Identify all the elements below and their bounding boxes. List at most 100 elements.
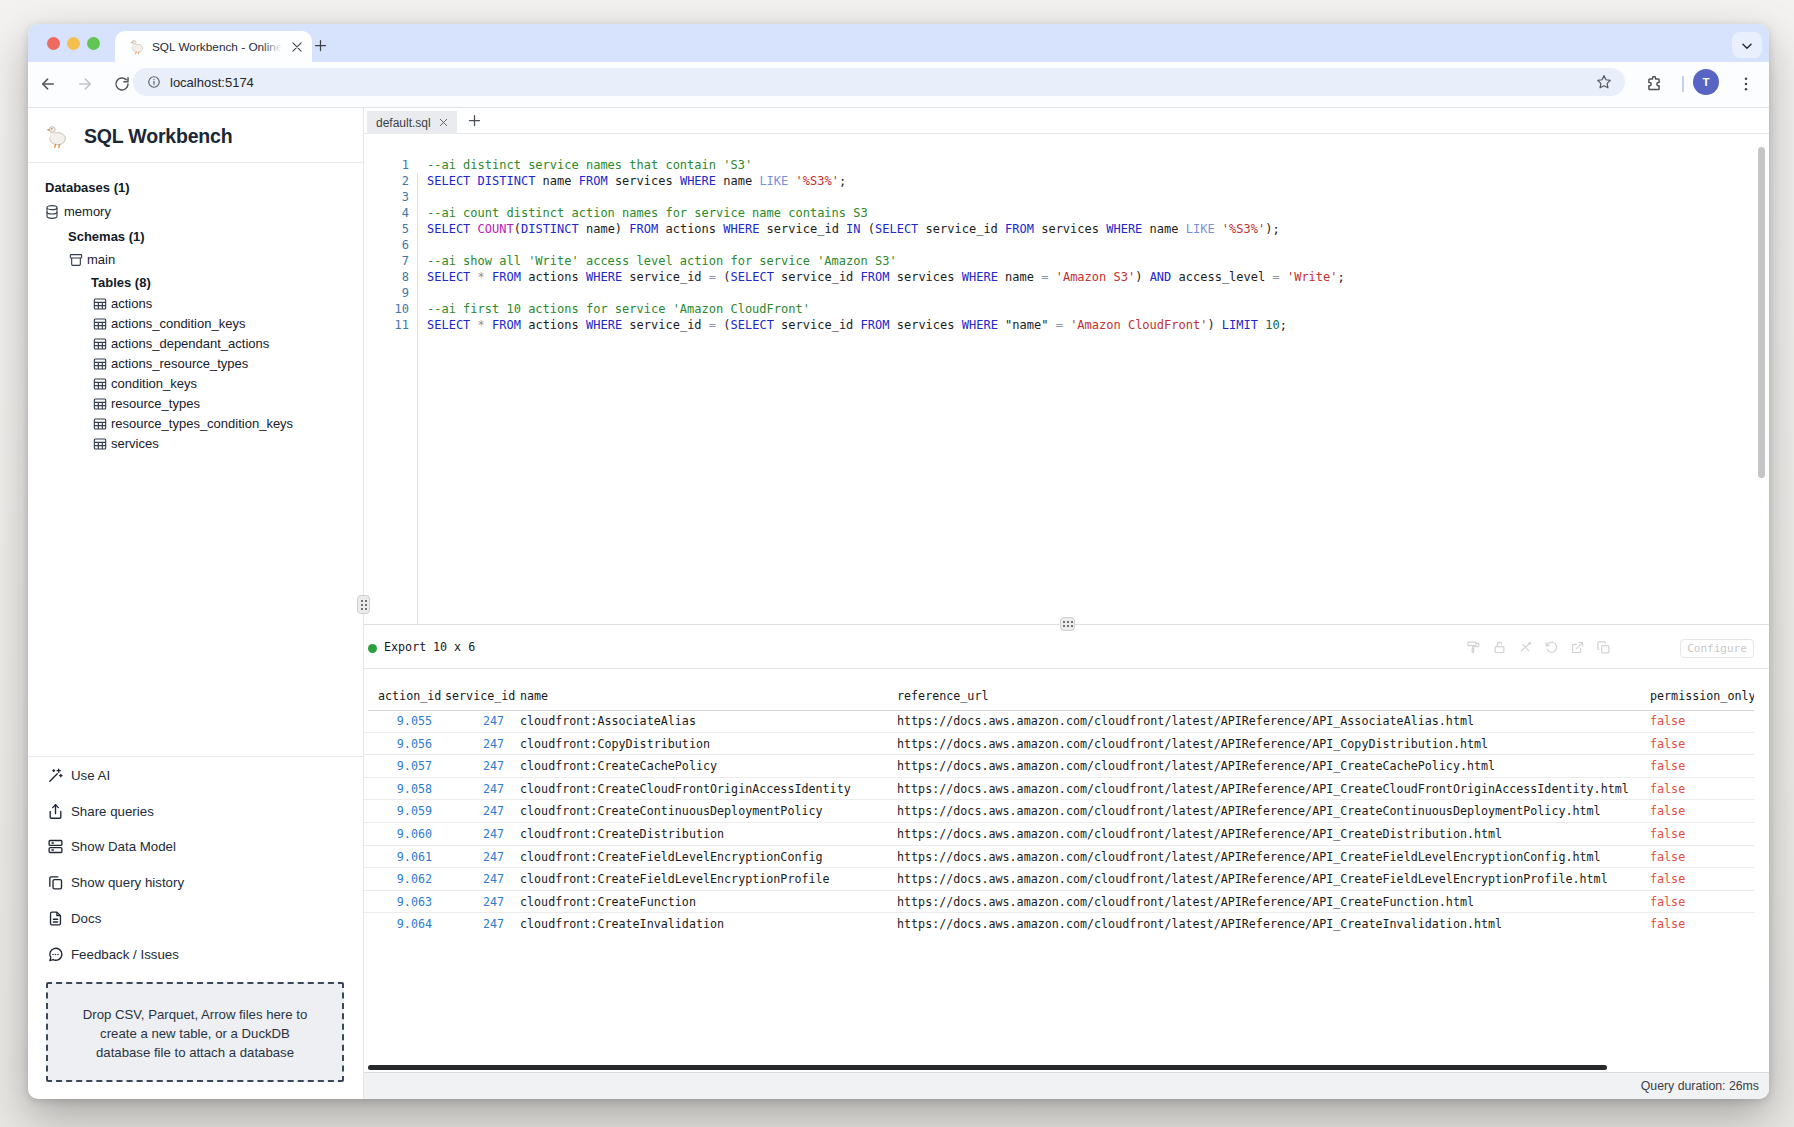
- cell-reference-url: https://docs.aws.amazon.com/cloudfront/l…: [897, 710, 1474, 733]
- schemas-label[interactable]: Schemas (1): [68, 229, 145, 244]
- sidebar-table-resource_types_condition_keys[interactable]: resource_types_condition_keys: [111, 416, 293, 431]
- share-icon: [47, 803, 64, 820]
- table-row[interactable]: 9.056247cloudfront:CopyDistributionhttps…: [364, 733, 1754, 756]
- panel-resize-handle[interactable]: [1060, 617, 1075, 631]
- editor-tab-close-icon[interactable]: [438, 117, 449, 128]
- results-horizontal-scrollbar[interactable]: [368, 1065, 1607, 1070]
- column-header-reference_url[interactable]: reference_url: [897, 689, 988, 703]
- column-header-action_id[interactable]: action_id: [378, 689, 441, 703]
- dropzone-line: Drop CSV, Parquet, Arrow files here to: [48, 1005, 342, 1024]
- cell-permission-only: false: [1650, 913, 1685, 936]
- sidebar-table-condition_keys[interactable]: condition_keys: [111, 376, 197, 391]
- editor-scrollbar[interactable]: [1758, 147, 1765, 478]
- data-model-icon: [47, 838, 64, 855]
- table-icon: [92, 296, 108, 312]
- sidebar-table-actions_dependant_actions[interactable]: actions_dependant_actions: [111, 336, 269, 351]
- tab-close-icon[interactable]: [290, 40, 304, 54]
- status-dot: [368, 644, 377, 653]
- column-header-service_id[interactable]: service_id: [445, 689, 515, 703]
- line-number: 7: [364, 253, 409, 269]
- cell-name: cloudfront:AssociateAlias: [520, 710, 696, 733]
- menu-item-use-ai[interactable]: Use AI: [71, 768, 110, 783]
- table-row[interactable]: 9.060247cloudfront:CreateDistributionhtt…: [364, 823, 1754, 846]
- menu-item-docs[interactable]: Docs: [71, 911, 101, 926]
- sidebar-table-resource_types[interactable]: resource_types: [111, 396, 200, 411]
- cell-action-id: 9.063: [378, 891, 432, 914]
- cell-action-id: 9.057: [378, 755, 432, 778]
- cell-reference-url: https://docs.aws.amazon.com/cloudfront/l…: [897, 846, 1601, 869]
- toolbar-separator: [1682, 76, 1684, 92]
- browser-toolbar: localhost:5174 T: [28, 62, 1769, 108]
- table-row[interactable]: 9.064247cloudfront:CreateInvalidationhtt…: [364, 913, 1754, 936]
- traffic-light-minimize[interactable]: [67, 37, 80, 50]
- menu-item-show-query-history[interactable]: Show query history: [71, 875, 184, 890]
- cell-permission-only: false: [1650, 868, 1685, 891]
- cell-name: cloudfront:CreateFieldLevelEncryptionCon…: [520, 846, 823, 869]
- file-dropzone[interactable]: Drop CSV, Parquet, Arrow files here to c…: [46, 982, 344, 1082]
- table-row[interactable]: 9.062247cloudfront:CreateFieldLevelEncry…: [364, 868, 1754, 891]
- sidebar-table-actions_resource_types[interactable]: actions_resource_types: [111, 356, 248, 371]
- code-line-7: --ai show all 'Write' access level actio…: [427, 253, 897, 269]
- code-line-4: --ai count distinct action names for ser…: [427, 205, 868, 221]
- wand-sparkle-icon[interactable]: [1518, 640, 1533, 655]
- undo-icon[interactable]: [1544, 640, 1559, 655]
- database-name[interactable]: memory: [64, 204, 111, 219]
- sidebar-table-actions_condition_keys[interactable]: actions_condition_keys: [111, 316, 245, 331]
- tab-search-button[interactable]: [1732, 32, 1762, 58]
- address-bar[interactable]: localhost:5174: [133, 68, 1625, 96]
- traffic-light-close[interactable]: [47, 37, 60, 50]
- goose-logo-icon: [43, 123, 69, 149]
- cell-service-id: 247: [445, 913, 504, 936]
- tables-label[interactable]: Tables (8): [91, 275, 151, 290]
- cell-action-id: 9.056: [378, 733, 432, 756]
- reload-icon[interactable]: [113, 75, 131, 93]
- copy-icon[interactable]: [1596, 640, 1611, 655]
- cell-service-id: 247: [445, 846, 504, 869]
- cell-reference-url: https://docs.aws.amazon.com/cloudfront/l…: [897, 823, 1502, 846]
- traffic-light-zoom[interactable]: [87, 37, 100, 50]
- lock-icon[interactable]: [1492, 640, 1507, 655]
- line-number: 6: [364, 237, 409, 253]
- forward-icon[interactable]: [76, 75, 94, 93]
- cell-reference-url: https://docs.aws.amazon.com/cloudfront/l…: [897, 755, 1495, 778]
- extensions-icon[interactable]: [1645, 75, 1663, 93]
- cell-permission-only: false: [1650, 823, 1685, 846]
- browser-tab[interactable]: SQL Workbench - Online Data: [115, 31, 312, 62]
- profile-avatar[interactable]: T: [1693, 69, 1719, 95]
- table-row[interactable]: 9.061247cloudfront:CreateFieldLevelEncry…: [364, 846, 1754, 869]
- export-button[interactable]: Export: [384, 640, 426, 654]
- editor-new-tab-icon[interactable]: [467, 113, 487, 133]
- sidebar-table-services[interactable]: services: [111, 436, 159, 451]
- browser-tabstrip: SQL Workbench - Online Data: [28, 24, 1769, 62]
- code-line-10: --ai first 10 actions for service 'Amazo…: [427, 301, 810, 317]
- external-link-icon[interactable]: [1570, 640, 1585, 655]
- url-text[interactable]: localhost:5174: [170, 75, 254, 90]
- menu-item-feedback-issues[interactable]: Feedback / Issues: [71, 947, 179, 962]
- cell-permission-only: false: [1650, 891, 1685, 914]
- table-row[interactable]: 9.057247cloudfront:CreateCachePolicyhttp…: [364, 755, 1754, 778]
- bookmark-star-icon[interactable]: [1596, 74, 1612, 90]
- table-row[interactable]: 9.063247cloudfront:CreateFunctionhttps:/…: [364, 891, 1754, 914]
- browser-menu-icon[interactable]: [1737, 75, 1755, 93]
- databases-label[interactable]: Databases (1): [45, 180, 130, 195]
- column-header-name[interactable]: name: [520, 689, 548, 703]
- back-icon[interactable]: [39, 75, 57, 93]
- sidebar-table-actions[interactable]: actions: [111, 296, 152, 311]
- cell-permission-only: false: [1650, 778, 1685, 801]
- menu-item-share-queries[interactable]: Share queries: [71, 804, 154, 819]
- table-row[interactable]: 9.058247cloudfront:CreateCloudFrontOrigi…: [364, 778, 1754, 801]
- line-number: 1: [364, 157, 409, 173]
- table-row[interactable]: 9.059247cloudfront:CreateContinuousDeplo…: [364, 800, 1754, 823]
- schema-name[interactable]: main: [87, 252, 115, 267]
- column-header-permission_only[interactable]: permission_only: [1650, 689, 1754, 703]
- paint-roller-icon[interactable]: [1466, 640, 1481, 655]
- sidebar-resize-handle[interactable]: [357, 595, 370, 614]
- sql-editor[interactable]: 1--ai distinct service names that contai…: [364, 134, 1769, 624]
- info-icon[interactable]: [147, 75, 161, 89]
- configure-button[interactable]: Configure: [1680, 639, 1754, 658]
- table-row[interactable]: 9.055247cloudfront:AssociateAliashttps:/…: [364, 710, 1754, 733]
- cell-action-id: 9.055: [378, 710, 432, 733]
- editor-tab-default-sql[interactable]: default.sql: [367, 111, 457, 134]
- menu-item-show-data-model[interactable]: Show Data Model: [71, 839, 176, 854]
- new-tab-button[interactable]: [307, 32, 333, 58]
